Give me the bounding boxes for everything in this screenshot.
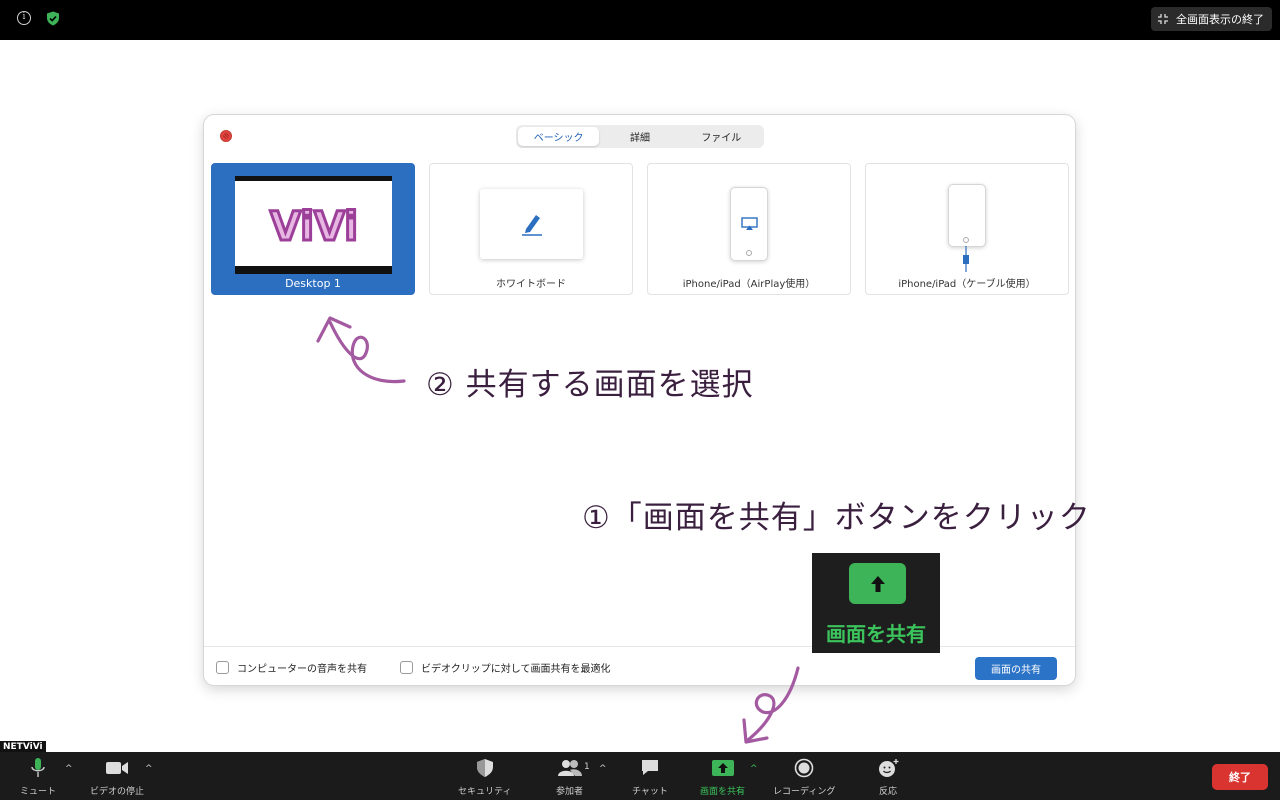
chat-icon <box>637 757 663 779</box>
record-icon <box>791 757 817 779</box>
dialog-footer: コンピューターの音声を共有 ビデオクリップに対して画面共有を最適化 画面の共有 <box>204 646 1075 685</box>
desktop-thumbnail: ViVi <box>235 176 392 274</box>
exit-fullscreen-label: 全画面表示の終了 <box>1176 13 1264 26</box>
whiteboard-preview <box>480 189 583 259</box>
top-bar: i 全画面表示の終了 <box>0 0 1280 40</box>
compress-icon <box>1158 14 1168 24</box>
security-button[interactable]: セキュリティ <box>458 757 511 797</box>
share-option-whiteboard[interactable]: ホワイトボード <box>429 163 633 295</box>
recording-button[interactable]: レコーディング <box>773 757 835 797</box>
card-label: ホワイトボード <box>496 279 566 290</box>
mute-button[interactable]: ミュート <box>20 757 56 797</box>
shield-icon <box>472 757 498 779</box>
optimize-video-checkbox[interactable]: ビデオクリップに対して画面共有を最適化 <box>400 660 611 675</box>
share-screen-icon <box>710 757 736 779</box>
share-option-iphone-airplay[interactable]: iPhone/iPad（AirPlay使用） <box>647 163 851 295</box>
exit-fullscreen-button[interactable]: 全画面表示の終了 <box>1151 7 1272 31</box>
video-camera-icon <box>104 757 130 779</box>
phone-icon <box>730 187 768 261</box>
annotation-step2: ② 共有する画面を選択 <box>426 367 754 403</box>
airplay-icon <box>741 217 758 230</box>
svg-text:ViVi: ViVi <box>270 204 358 250</box>
share-screen-button[interactable]: 画面を共有 <box>700 757 745 797</box>
participants-button[interactable]: 参加者 <box>556 757 583 797</box>
reaction-icon <box>875 757 901 779</box>
tab-basic[interactable]: ベーシック <box>518 127 600 146</box>
shield-check-icon[interactable] <box>46 11 60 26</box>
card-label: iPhone/iPad（ケーブル使用） <box>898 279 1036 290</box>
share-options-caret[interactable]: ^ <box>750 764 758 774</box>
stop-video-button[interactable]: ビデオの停止 <box>90 757 144 797</box>
participants-icon <box>557 757 583 779</box>
chat-button[interactable]: チャット <box>632 757 668 797</box>
checkbox[interactable] <box>400 661 413 674</box>
share-button[interactable]: 画面の共有 <box>975 657 1057 680</box>
info-icon[interactable]: i <box>17 11 31 25</box>
share-screen-icon <box>849 563 906 604</box>
share-option-iphone-cable[interactable]: iPhone/iPad（ケーブル使用） <box>865 163 1069 295</box>
share-tabs: ベーシック 詳細 ファイル <box>516 125 764 148</box>
phone-icon <box>948 184 986 247</box>
cable-icon <box>963 246 969 272</box>
optimize-video-label: ビデオクリップに対して画面共有を最適化 <box>421 664 611 675</box>
mute-options-caret[interactable]: ^ <box>65 764 73 774</box>
tab-files[interactable]: ファイル <box>681 127 762 146</box>
checkbox[interactable] <box>216 661 229 674</box>
share-option-desktop[interactable]: ViVi Desktop 1 <box>211 163 415 295</box>
meeting-toolbar: ミュート ^ ビデオの停止 ^ セキュリティ 参加者 1 ^ チャット 画面を共… <box>0 752 1280 800</box>
microphone-icon <box>25 757 51 779</box>
participants-options-caret[interactable]: ^ <box>599 764 607 774</box>
video-options-caret[interactable]: ^ <box>145 764 153 774</box>
vivi-logo: ViVi <box>269 203 360 251</box>
close-dialog-button[interactable] <box>220 130 232 142</box>
end-meeting-button[interactable]: 終了 <box>1212 764 1268 790</box>
tab-advanced[interactable]: 詳細 <box>599 127 680 146</box>
highlight-label: 画面を共有 <box>826 622 926 646</box>
card-label: iPhone/iPad（AirPlay使用） <box>682 279 816 290</box>
pen-icon <box>522 215 542 236</box>
card-label: Desktop 1 <box>285 277 341 290</box>
participants-count: 1 <box>584 762 590 772</box>
share-audio-checkbox[interactable]: コンピューターの音声を共有 <box>216 660 367 675</box>
share-audio-label: コンピューターの音声を共有 <box>237 664 367 675</box>
reactions-button[interactable]: 反応 <box>875 757 901 797</box>
annotation-step1: ①「画面を共有」ボタンをクリック <box>582 500 1091 536</box>
share-button-highlight: 画面を共有 <box>812 553 940 653</box>
